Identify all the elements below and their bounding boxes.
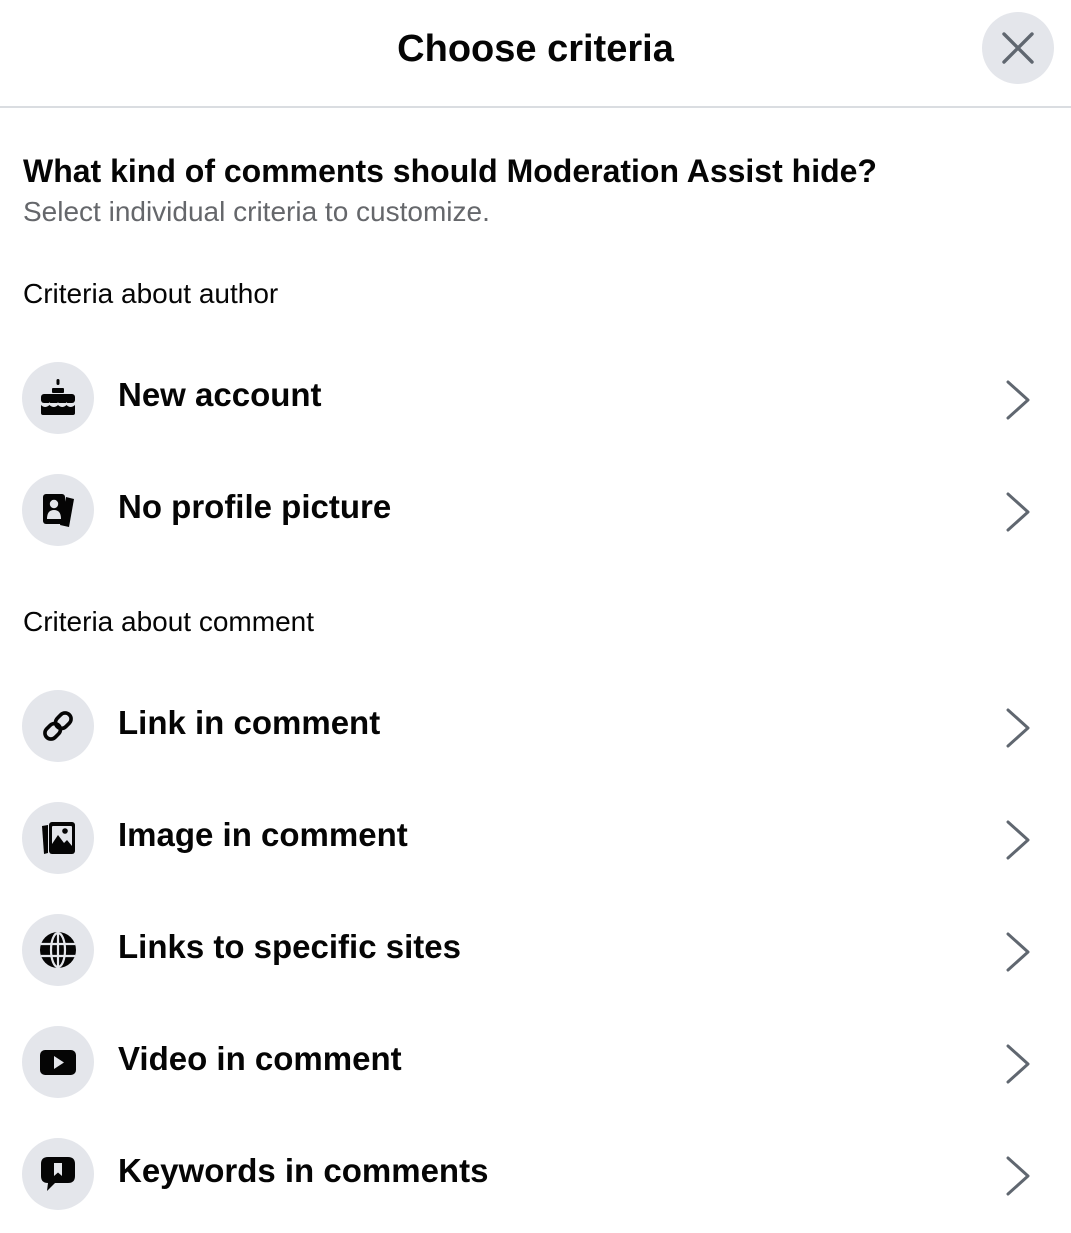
hint-text: Select individual criteria to customize. — [23, 196, 490, 227]
criteria-item-new-account[interactable]: New account — [0, 348, 1071, 448]
birthday-cake-icon — [40, 379, 76, 415]
chevron-right-icon — [1006, 932, 1030, 972]
close-button[interactable] — [982, 12, 1054, 84]
icon-circle — [22, 362, 94, 434]
criteria-label: No profile picture — [118, 488, 392, 525]
criteria-item-link-in-comment[interactable]: Link in comment — [0, 676, 1071, 776]
dialog-title: Choose criteria — [397, 28, 674, 70]
chevron-right-icon — [1006, 1044, 1030, 1084]
criteria-label: Links to specific sites — [118, 928, 461, 965]
chevron-right-icon — [1006, 820, 1030, 860]
criteria-item-keywords-in-comments[interactable]: Keywords in comments — [0, 1124, 1071, 1224]
criteria-item-links-to-specific-sites[interactable]: Links to specific sites — [0, 900, 1071, 1000]
chevron-right-icon — [1006, 1156, 1030, 1196]
intro-block: What kind of comments should Moderation … — [23, 150, 1051, 232]
question-heading: What kind of comments should Moderation … — [23, 153, 877, 189]
icon-circle — [22, 474, 94, 546]
icon-circle — [22, 914, 94, 986]
icon-circle — [22, 1138, 94, 1210]
section-label-author: Criteria about author — [23, 278, 279, 309]
section-label-comment: Criteria about comment — [23, 606, 315, 637]
dialog-header: Choose criteria — [0, 0, 1071, 108]
icon-circle — [22, 1026, 94, 1098]
icon-circle — [22, 690, 94, 762]
photo-icon — [42, 822, 75, 854]
chevron-right-icon — [1006, 380, 1030, 420]
profile-card-icon — [43, 494, 74, 527]
criteria-label: Video in comment — [118, 1040, 402, 1077]
link-icon — [43, 711, 73, 741]
chevron-right-icon — [1006, 492, 1030, 532]
criteria-label: Image in comment — [118, 816, 408, 853]
speech-bubble-alert-icon — [41, 1157, 75, 1191]
criteria-label: New account — [118, 376, 322, 413]
globe-icon — [40, 931, 76, 969]
icon-circle — [22, 802, 94, 874]
close-icon — [1002, 32, 1034, 64]
criteria-item-image-in-comment[interactable]: Image in comment — [0, 788, 1071, 888]
criteria-label: Keywords in comments — [118, 1152, 489, 1189]
video-play-icon — [40, 1050, 76, 1075]
chevron-right-icon — [1006, 708, 1030, 748]
criteria-item-no-profile-picture[interactable]: No profile picture — [0, 460, 1071, 560]
criteria-item-video-in-comment[interactable]: Video in comment — [0, 1012, 1071, 1112]
criteria-label: Link in comment — [118, 704, 381, 741]
